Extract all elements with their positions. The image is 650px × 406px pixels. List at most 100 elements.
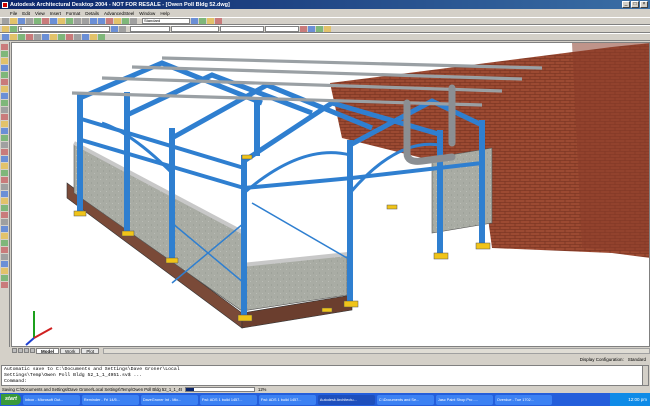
fillet-icon[interactable]	[1, 240, 8, 246]
redo-icon[interactable]	[82, 18, 89, 24]
taskbar-item-overdue[interactable]: Overdue - Tue 1702...	[494, 394, 552, 405]
construction-line-icon[interactable]	[1, 261, 8, 267]
door-tool-icon[interactable]	[10, 34, 17, 40]
offset-icon[interactable]	[1, 170, 8, 176]
trim-icon[interactable]	[1, 212, 8, 218]
style-combo[interactable]: Standard	[142, 18, 190, 24]
tab-layout-plot[interactable]: Plot	[81, 347, 100, 354]
elevation-tool-icon[interactable]	[82, 34, 89, 40]
plotstyle-combo[interactable]	[265, 26, 299, 32]
layer-combo[interactable]: 0	[18, 26, 110, 32]
command-prompt[interactable]: Command:	[4, 379, 646, 385]
array-icon[interactable]	[1, 177, 8, 183]
title-bar[interactable]: Autodesk Architectural Desktop 2004 - NO…	[0, 0, 650, 9]
layer-manager-icon[interactable]	[2, 26, 9, 32]
steel-plate-icon[interactable]	[316, 26, 323, 32]
schedule-tool-icon[interactable]	[90, 34, 97, 40]
menu-insert[interactable]: Insert	[50, 11, 61, 16]
taskbar-item-paintshop[interactable]: Jasc Paint Shop Pro -...	[435, 394, 493, 405]
taskbar-item-fwd1[interactable]: Fwl: ADS 1 build 1457...	[199, 394, 257, 405]
layer-state-icon[interactable]	[10, 26, 17, 32]
maximize-button[interactable]: □	[631, 1, 639, 8]
menu-advancedsteel[interactable]: AdvancedSteel	[104, 11, 134, 16]
slab-tool-icon[interactable]	[42, 34, 49, 40]
design-center-icon[interactable]	[114, 18, 121, 24]
polygon-icon[interactable]	[1, 79, 8, 85]
undo-icon[interactable]	[74, 18, 81, 24]
text-style-icon[interactable]	[191, 18, 198, 24]
dim-style-icon[interactable]	[199, 18, 206, 24]
arc-icon[interactable]	[1, 58, 8, 64]
taskbar-item-explorer[interactable]: C:\Documents and Se...	[376, 394, 434, 405]
stair-tool-icon[interactable]	[26, 34, 33, 40]
window-tool-icon[interactable]	[18, 34, 25, 40]
region-icon[interactable]	[1, 107, 8, 113]
point-icon[interactable]	[1, 135, 8, 141]
steel-beam-icon[interactable]	[300, 26, 307, 32]
rectangle-icon[interactable]	[1, 72, 8, 78]
spline-icon[interactable]	[1, 86, 8, 92]
extend-icon[interactable]	[1, 219, 8, 225]
explode-icon[interactable]	[1, 247, 8, 253]
roof-tool-icon[interactable]	[34, 34, 41, 40]
taskbar-item-davegroner[interactable]: DaveGroner Int - Mic...	[140, 394, 198, 405]
mirror-icon[interactable]	[1, 163, 8, 169]
color-combo[interactable]	[130, 26, 170, 32]
preview-icon[interactable]	[34, 18, 41, 24]
menu-file[interactable]: File	[10, 11, 17, 16]
lineweight-combo[interactable]	[220, 26, 264, 32]
display-config-icon[interactable]	[215, 18, 222, 24]
wall-tool-icon[interactable]	[2, 34, 9, 40]
menu-format[interactable]: Format	[66, 11, 80, 16]
properties-icon[interactable]	[106, 18, 113, 24]
insert-block-icon[interactable]	[1, 128, 8, 134]
chamfer-icon[interactable]	[1, 233, 8, 239]
space-tool-icon[interactable]	[50, 34, 57, 40]
copy-object-icon[interactable]	[1, 156, 8, 162]
start-button[interactable]: start	[1, 394, 21, 405]
tab-next-icon[interactable]	[24, 348, 29, 353]
block-icon[interactable]	[1, 121, 8, 127]
multiline-icon[interactable]	[1, 268, 8, 274]
paste-icon[interactable]	[58, 18, 65, 24]
menu-help[interactable]: Help	[160, 11, 169, 16]
section-tool-icon[interactable]	[74, 34, 81, 40]
system-tray-clock[interactable]: 12:00 pm	[610, 393, 650, 406]
copy-icon[interactable]	[50, 18, 57, 24]
horizontal-scrollbar[interactable]	[103, 347, 650, 354]
render-tool-icon[interactable]	[98, 34, 105, 40]
stretch-icon[interactable]	[1, 205, 8, 211]
taskbar-item-fwd2[interactable]: Fwl: ADS 1 build 1457...	[258, 394, 316, 405]
text-icon[interactable]	[1, 114, 8, 120]
rotate-icon[interactable]	[1, 191, 8, 197]
tab-model[interactable]: Model	[36, 347, 59, 354]
minimize-button[interactable]: _	[622, 1, 630, 8]
break-icon[interactable]	[1, 226, 8, 232]
steel-column-icon[interactable]	[308, 26, 315, 32]
member-tool-icon[interactable]	[66, 34, 73, 40]
revision-cloud-icon[interactable]	[1, 275, 8, 281]
grid-tool-icon[interactable]	[58, 34, 65, 40]
drawing-viewport[interactable]	[11, 42, 650, 347]
print-icon[interactable]	[26, 18, 33, 24]
display-config-value[interactable]: Standard	[628, 357, 646, 362]
polyline-icon[interactable]	[1, 51, 8, 57]
menu-window[interactable]: Window	[139, 11, 155, 16]
move-icon[interactable]	[1, 184, 8, 190]
table-icon[interactable]	[1, 142, 8, 148]
menu-details[interactable]: Details	[85, 11, 99, 16]
tab-last-icon[interactable]	[30, 348, 35, 353]
scale-icon[interactable]	[1, 198, 8, 204]
tool-palettes-icon[interactable]	[122, 18, 129, 24]
line-draw-icon[interactable]	[1, 254, 8, 260]
new-file-icon[interactable]	[2, 18, 9, 24]
close-button[interactable]: ×	[640, 1, 648, 8]
tab-prev-icon[interactable]	[18, 348, 23, 353]
help-icon[interactable]	[130, 18, 137, 24]
tab-first-icon[interactable]	[12, 348, 17, 353]
line-icon[interactable]	[1, 44, 8, 50]
circle-icon[interactable]	[1, 65, 8, 71]
tab-layout-work[interactable]: Work	[60, 347, 81, 354]
wipeout-icon[interactable]	[1, 282, 8, 288]
layer-tools-icon[interactable]	[207, 18, 214, 24]
